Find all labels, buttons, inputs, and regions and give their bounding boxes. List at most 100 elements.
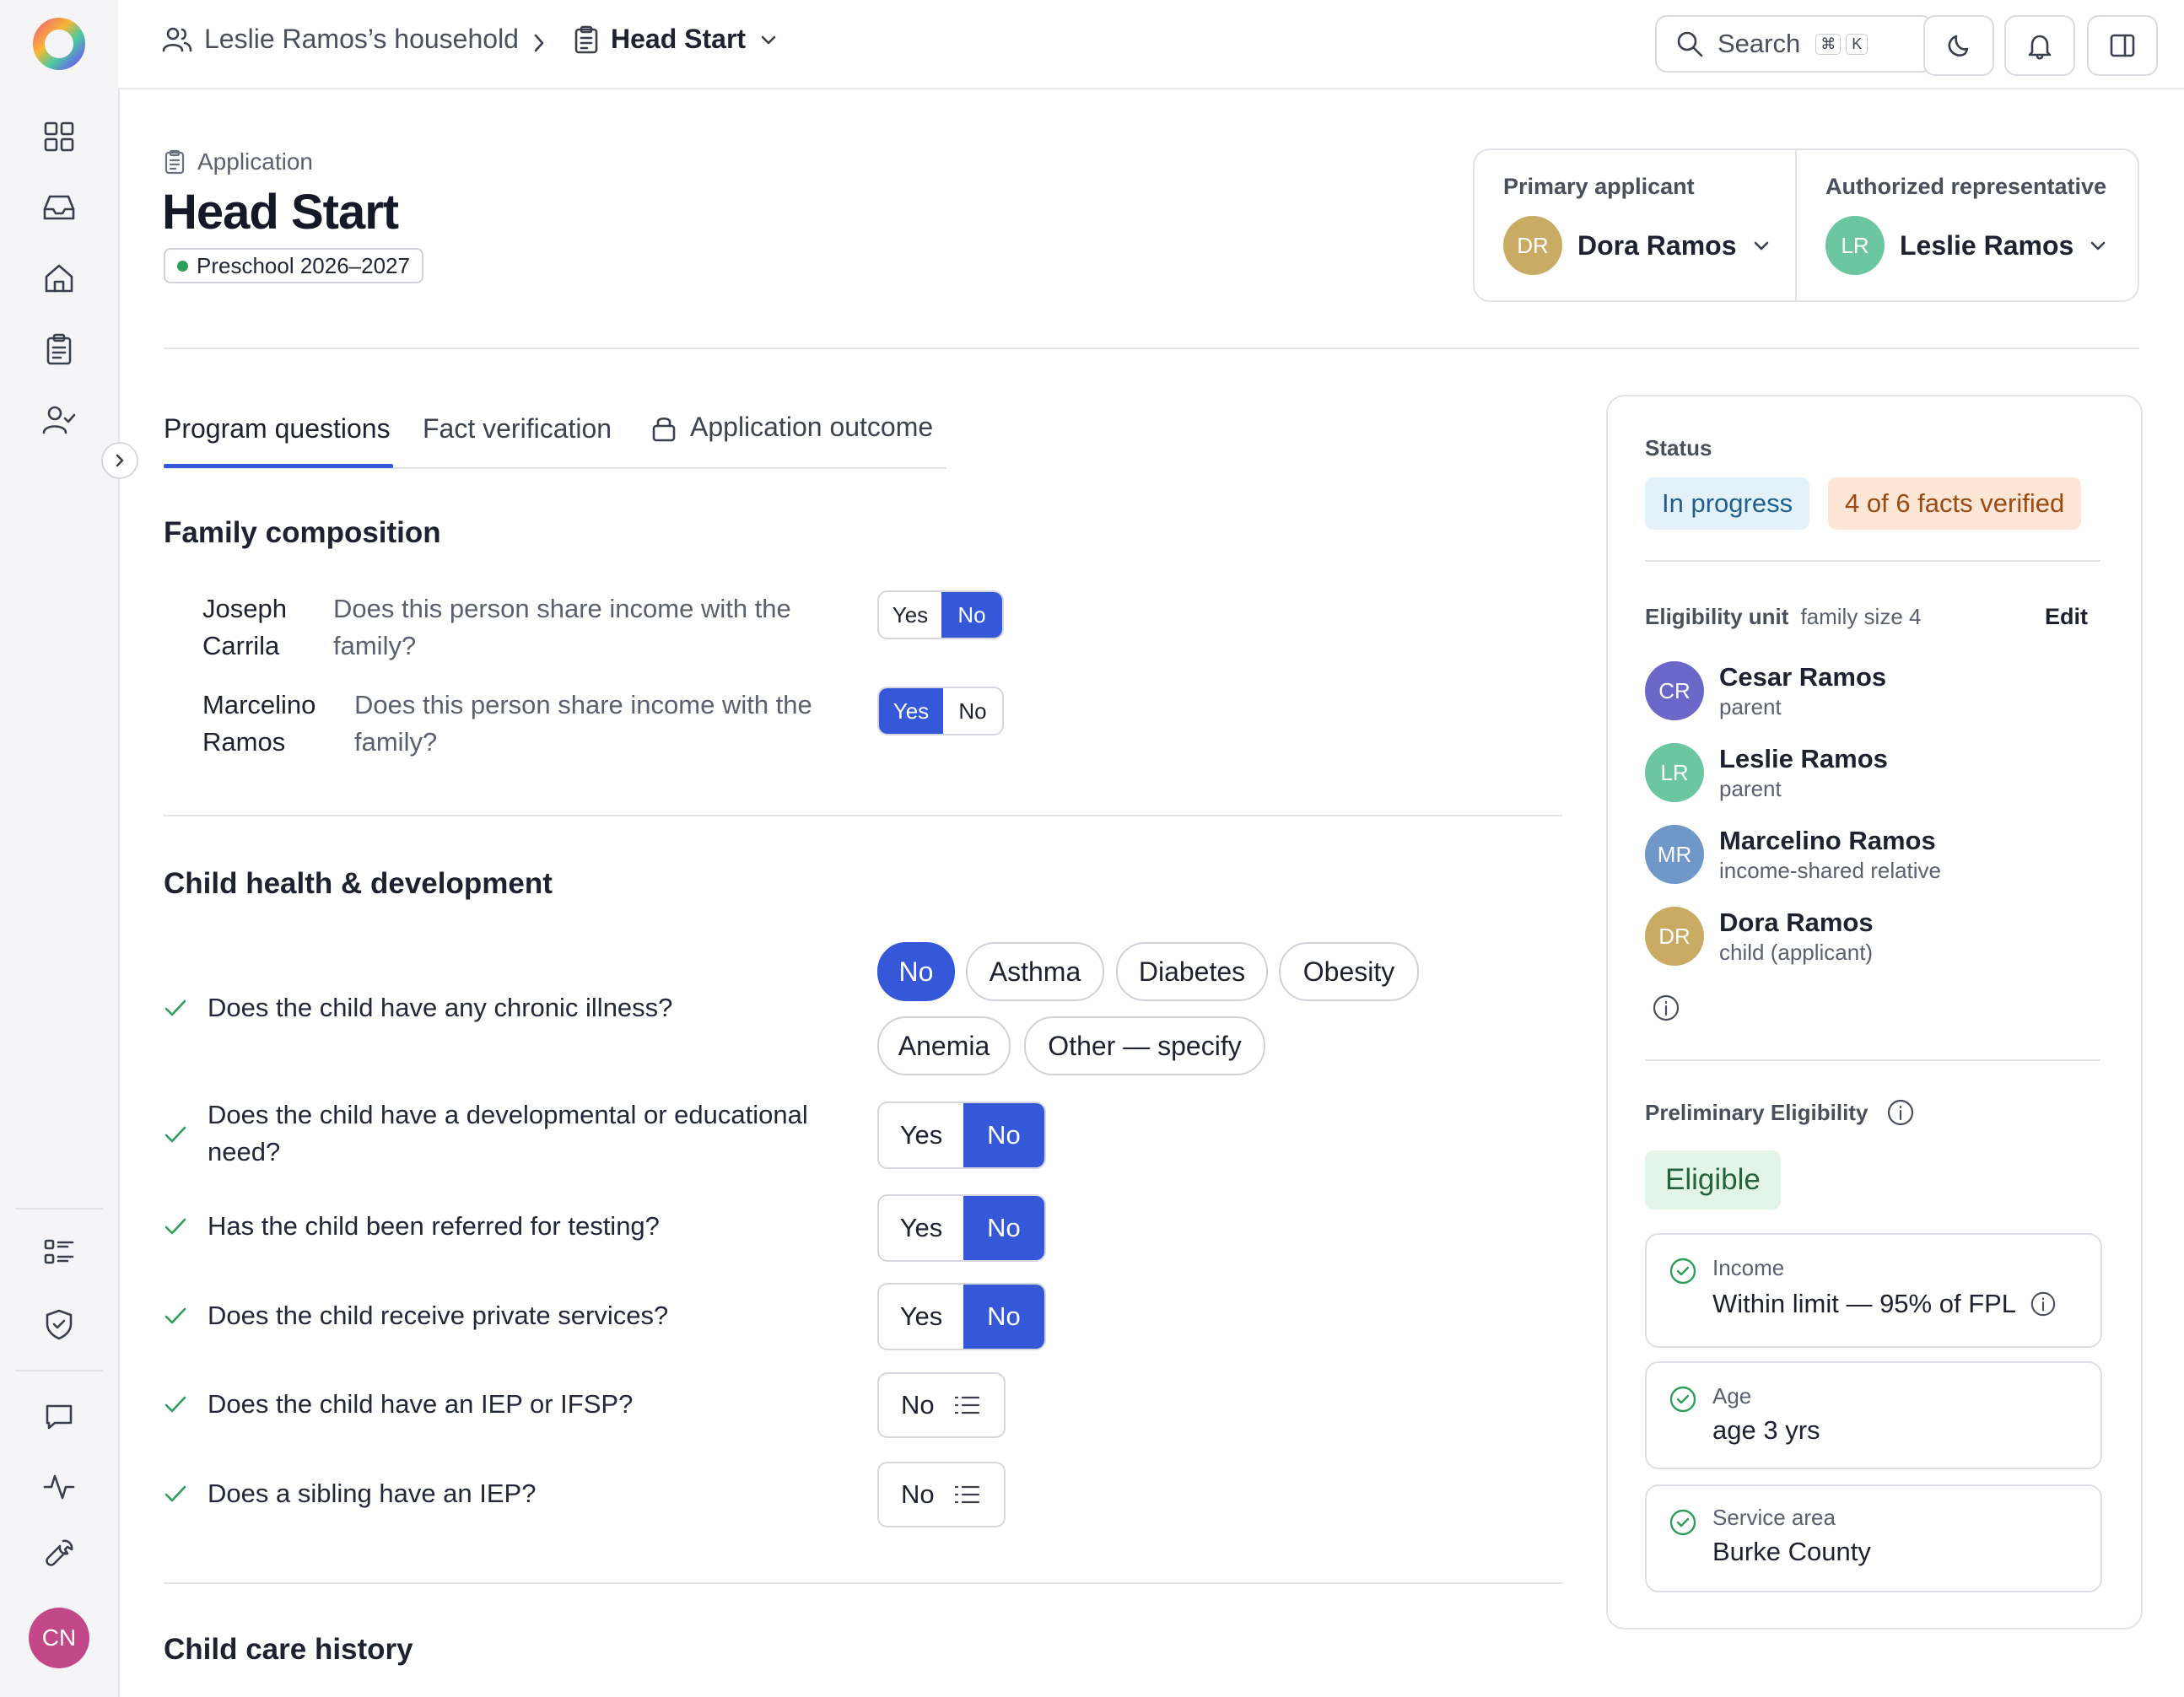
developmental-need-toggle[interactable]: Yes No [877, 1102, 1046, 1169]
chip-anemia[interactable]: Anemia [877, 1016, 1011, 1075]
share-income-toggle[interactable]: Yes No [877, 687, 1004, 735]
chevron-right-icon [116, 454, 124, 467]
person-name: Marcelino Ramos [202, 687, 315, 761]
no-option[interactable]: No [963, 1196, 1044, 1260]
tab-application-outcome[interactable]: Application outcome [650, 412, 933, 443]
panel-divider [1645, 560, 2100, 562]
person-last-name: Ramos [202, 727, 286, 757]
sidebar-item-dashboard[interactable] [30, 108, 88, 165]
breadcrumb-household[interactable]: Leslie Ramos’s household [162, 24, 519, 55]
users-icon [162, 27, 192, 51]
breadcrumb-program-label: Head Start [611, 24, 747, 54]
referred-testing-toggle[interactable]: Yes No [877, 1194, 1046, 1262]
yes-option[interactable]: Yes [879, 592, 941, 638]
info-icon[interactable] [2030, 1290, 2057, 1317]
info-icon [1653, 994, 1680, 1021]
private-services-toggle[interactable]: Yes No [877, 1283, 1046, 1350]
sidebar-item-households[interactable] [30, 250, 88, 307]
criterion-label: Service area [1712, 1505, 1836, 1530]
shortcut-mod-key: ⌘ [1815, 33, 1842, 55]
notifications-button[interactable] [2004, 15, 2075, 76]
referred-testing-question: Has the child been referred for testing? [208, 1211, 660, 1241]
section-heading-family: Family composition [164, 516, 441, 549]
no-option[interactable]: No [963, 1285, 1044, 1349]
list-icon [954, 1396, 979, 1414]
home-icon [45, 264, 73, 293]
badge-label: Preschool 2026–2027 [197, 252, 410, 278]
person-name: Joseph Carrila [202, 590, 287, 665]
sidebar-item-messages[interactable] [30, 1388, 88, 1446]
iep-ifsp-question: Does the child have an IEP or IFSP? [208, 1389, 634, 1419]
activity-icon [43, 1474, 75, 1500]
person-last-name: Carrila [202, 631, 280, 660]
share-income-toggle[interactable]: Yes No [877, 590, 1004, 639]
breadcrumb-household-label: Leslie Ramos’s household [204, 24, 519, 54]
clipboard-icon [574, 25, 598, 53]
sidebar-item-programs[interactable] [30, 1225, 88, 1282]
criterion-value-row: Within limit — 95% of FPL [1712, 1289, 2057, 1319]
criterion-value: Within limit — 95% of FPL [1712, 1289, 2017, 1318]
chevron-right-icon [534, 34, 544, 52]
app-logo[interactable] [30, 15, 88, 73]
panel-toggle-button[interactable] [2087, 15, 2158, 76]
sidebar-item-tools[interactable] [30, 1525, 88, 1582]
criterion-label: Age [1712, 1383, 1752, 1409]
chip-no[interactable]: No [877, 942, 955, 1001]
chevron-down-icon [2091, 241, 2106, 251]
chip-asthma[interactable]: Asthma [966, 942, 1104, 1001]
person-first-name: Joseph [202, 594, 287, 623]
primary-applicant-select[interactable]: DR Dora Ramos [1503, 216, 1771, 275]
search-button[interactable]: Search ⌘ K [1655, 15, 1933, 73]
unit-info-button[interactable] [1652, 994, 1680, 1022]
section-divider [164, 815, 1562, 816]
yes-option[interactable]: Yes [879, 688, 943, 734]
criterion-age: Age age 3 yrs [1645, 1361, 2102, 1469]
sidebar-item-inbox[interactable] [30, 179, 88, 236]
program-year-badge: Preschool 2026–2027 [164, 248, 423, 283]
selected-value: No [901, 1479, 935, 1509]
iep-ifsp-select[interactable]: No [877, 1372, 1006, 1438]
status-badge: In progress [1645, 477, 1810, 530]
sidebar-item-applications[interactable] [30, 321, 88, 378]
chip-diabetes[interactable]: Diabetes [1116, 942, 1268, 1001]
user-avatar[interactable]: CN [29, 1608, 89, 1668]
chip-other-specify[interactable]: Other — specify [1024, 1016, 1265, 1075]
sidebar-item-clients[interactable] [30, 391, 88, 449]
yes-option[interactable]: Yes [879, 1103, 963, 1167]
tab-program-questions[interactable]: Program questions [164, 413, 391, 444]
member-row: MR Marcelino Ramos income-shared relativ… [1645, 825, 1941, 884]
no-option[interactable]: No [943, 688, 1002, 734]
clipboard-icon [46, 333, 72, 365]
yes-option[interactable]: Yes [879, 1196, 963, 1260]
sidebar-item-activity[interactable] [30, 1457, 88, 1515]
edit-unit-button[interactable]: Edit [2045, 604, 2088, 630]
question-line: Does this person share income with the [333, 594, 791, 623]
no-option[interactable]: No [963, 1103, 1044, 1167]
member-name: Cesar Ramos [1719, 661, 1887, 692]
yes-option[interactable]: Yes [879, 1285, 963, 1349]
avatar: DR [1503, 216, 1562, 275]
chip-obesity[interactable]: Obesity [1279, 942, 1419, 1001]
header-divider [164, 347, 2139, 349]
authorized-rep-select[interactable]: LR Leslie Ramos [1825, 216, 2107, 275]
tab-fact-verification[interactable]: Fact verification [423, 413, 612, 444]
panel-divider [1645, 1059, 2100, 1061]
criterion-service-area: Service area Burke County [1645, 1484, 2102, 1592]
info-icon[interactable] [1886, 1098, 1915, 1127]
sidebar-divider [15, 1370, 103, 1371]
primary-applicant-label: Primary applicant [1503, 174, 1695, 199]
user-check-icon [42, 406, 76, 434]
no-option[interactable]: No [941, 592, 1002, 638]
member-row: DR Dora Ramos child (applicant) [1645, 907, 1874, 966]
criterion-value: age 3 yrs [1712, 1415, 1820, 1445]
sibling-iep-select[interactable]: No [877, 1462, 1006, 1527]
prelim-label: Preliminary Eligibility [1645, 1099, 1869, 1125]
section-divider [164, 1582, 1562, 1584]
section-heading-child-care: Child care history [164, 1633, 413, 1666]
breadcrumb-program[interactable]: Head Start [574, 24, 778, 55]
member-role: parent [1719, 775, 1782, 801]
unit-size: family size 4 [1800, 604, 1922, 629]
sidebar-item-compliance[interactable] [30, 1296, 88, 1353]
sidebar-expand-button[interactable] [101, 442, 138, 479]
theme-toggle-button[interactable] [1923, 15, 1994, 76]
